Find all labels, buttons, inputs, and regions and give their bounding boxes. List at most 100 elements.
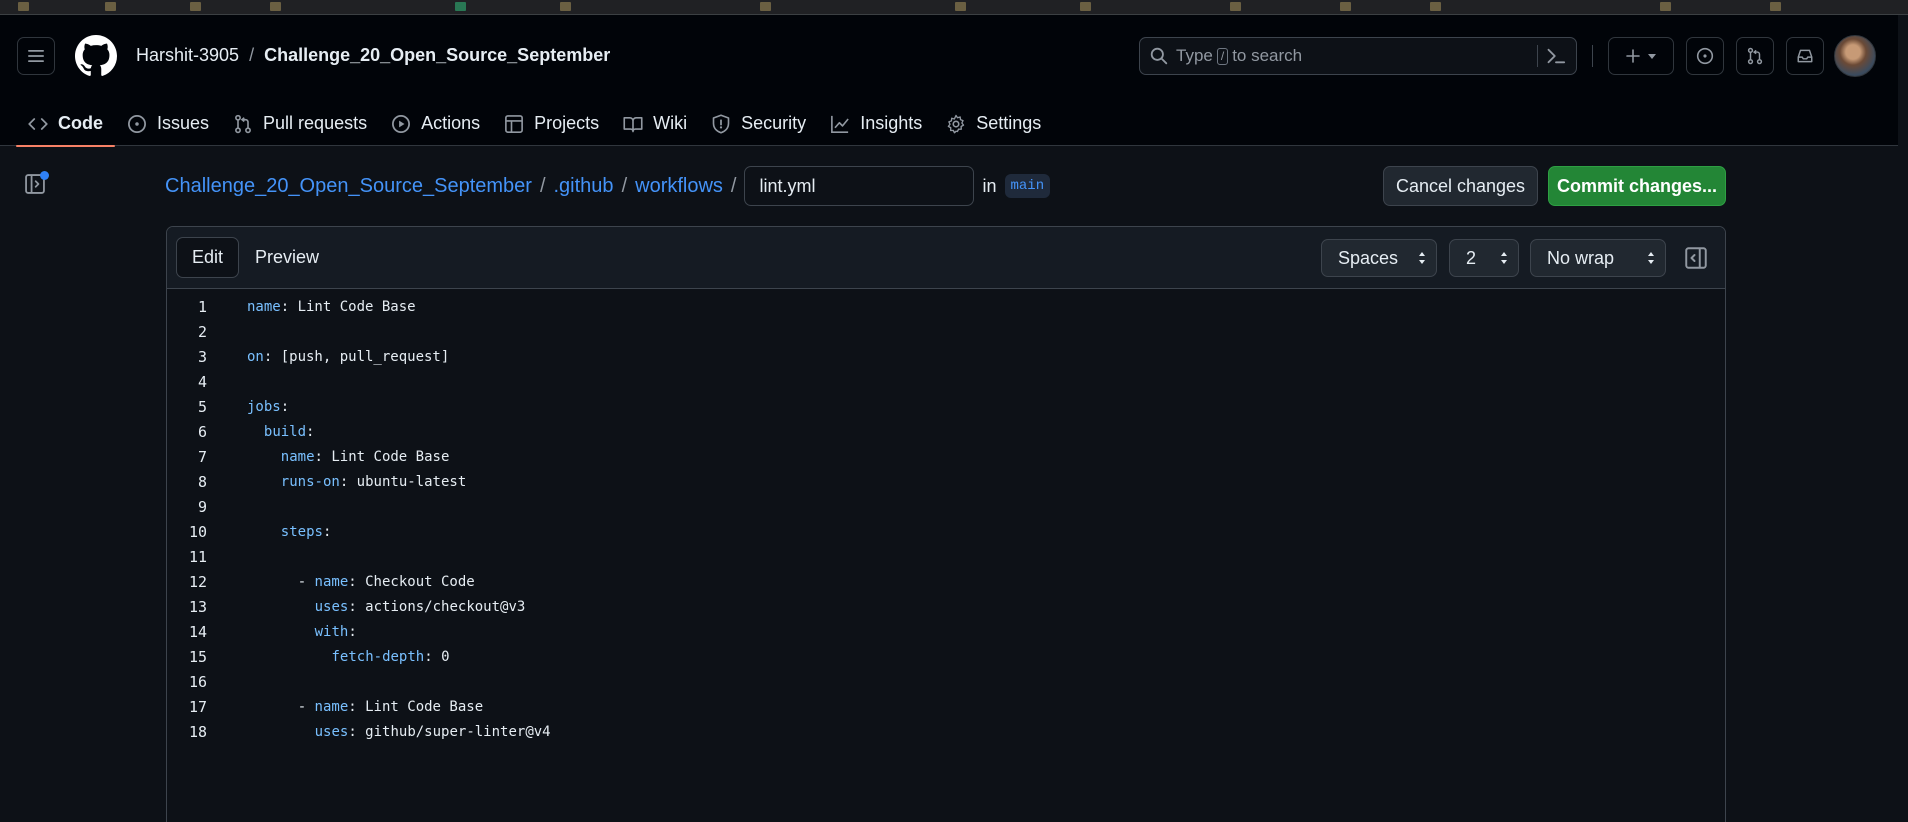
header-divider <box>1592 45 1593 67</box>
yaml-value: : <box>306 424 315 440</box>
bookmark-icon[interactable] <box>270 2 281 11</box>
indent-mode-value: Spaces <box>1338 247 1399 268</box>
yaml-value: : 0 <box>424 649 450 665</box>
your-issues-button[interactable] <box>1686 37 1724 75</box>
bookmark-icon[interactable] <box>105 2 116 11</box>
wrap-mode-value: No wrap <box>1547 247 1615 268</box>
line-number: 17 <box>188 698 207 716</box>
line-number: 8 <box>197 473 207 491</box>
breadcrumb-separator: / <box>539 174 546 197</box>
yaml-value: : Lint Code Base <box>280 299 416 315</box>
yaml-list-dash: - <box>297 574 315 590</box>
command-palette-icon[interactable] <box>1546 46 1566 66</box>
tab-wiki[interactable]: Wiki <box>611 101 699 146</box>
graph-icon <box>831 115 849 133</box>
breadcrumb-github-dir-link[interactable]: .github <box>554 175 614 198</box>
create-new-button[interactable] <box>1608 37 1674 75</box>
select-arrows-icon <box>1501 252 1507 264</box>
github-logo-icon[interactable] <box>75 35 117 77</box>
bookmark-icon[interactable] <box>1430 2 1441 11</box>
tab-label: Wiki <box>653 113 688 133</box>
indent-mode-select[interactable]: Spaces <box>1321 239 1437 277</box>
tab-pull-requests[interactable]: Pull requests <box>221 101 379 146</box>
indent-size-select[interactable]: 2 <box>1449 239 1519 277</box>
wrap-mode-select[interactable]: No wrap <box>1530 239 1666 277</box>
owner-link[interactable]: Harshit-3905 <box>136 45 239 66</box>
line-number: 18 <box>188 723 207 741</box>
preview-tab[interactable]: Preview <box>239 237 335 278</box>
breadcrumb-separator: / <box>730 174 737 197</box>
bookmark-icon[interactable] <box>190 2 201 11</box>
tab-insights[interactable]: Insights <box>818 101 934 146</box>
bookmark-icon[interactable] <box>1340 2 1351 11</box>
yaml-key: name <box>314 699 349 715</box>
yaml-value: : Lint Code Base <box>348 699 484 715</box>
search-prefix-text: Type <box>1176 46 1213 65</box>
bookmark-icon[interactable] <box>455 2 466 11</box>
bookmark-icon[interactable] <box>1660 2 1671 11</box>
page-scrollbar[interactable] <box>1898 15 1908 822</box>
line-number: 2 <box>197 323 207 341</box>
edit-tab[interactable]: Edit <box>176 237 240 278</box>
play-icon <box>392 114 411 133</box>
yaml-key: uses <box>314 599 349 615</box>
repo-navigation: Code Issues Pull requests Actions Projec… <box>16 101 1053 147</box>
bookmark-icon[interactable] <box>18 2 29 11</box>
repo-name-link[interactable]: Challenge_20_Open_Source_September <box>264 45 610 66</box>
code-content: - name: Lint Code Base <box>298 695 483 720</box>
bookmark-icon[interactable] <box>955 2 966 11</box>
yaml-key: fetch-depth <box>331 649 425 665</box>
branch-in-label: in <box>982 175 997 196</box>
plus-icon <box>1626 49 1640 63</box>
branch-badge: main <box>1004 174 1051 198</box>
breadcrumb-repo-link[interactable]: Challenge_20_Open_Source_September <box>165 175 532 198</box>
tab-projects[interactable]: Projects <box>492 101 611 146</box>
yaml-key: name <box>314 574 349 590</box>
tab-label: Code <box>58 113 103 133</box>
yaml-value: : Checkout Code <box>348 574 475 590</box>
triangle-down-icon <box>1648 54 1656 59</box>
tab-label: Insights <box>860 113 923 133</box>
yaml-key: with <box>314 624 349 640</box>
bookmark-icon[interactable] <box>1770 2 1781 11</box>
hamburger-menu-button[interactable] <box>17 37 55 75</box>
line-number: 10 <box>188 523 207 541</box>
table-icon <box>505 114 524 133</box>
commit-changes-button[interactable]: Commit changes... <box>1548 166 1726 206</box>
code-icon <box>28 117 48 130</box>
gear-icon <box>947 114 965 133</box>
yaml-value: : <box>280 399 290 415</box>
tab-security[interactable]: Security <box>699 101 818 146</box>
code-content: uses: github/super-linter@v4 <box>315 720 551 745</box>
line-number: 1 <box>197 298 207 316</box>
code-text-area[interactable]: 1 name: Lint Code Base 2 3 on: [push, pull_r… <box>167 289 1725 822</box>
file-tree-toggle[interactable] <box>24 171 49 197</box>
sidebar-collapse-icon[interactable] <box>1684 246 1708 270</box>
bookmark-icon[interactable] <box>760 2 771 11</box>
search-input[interactable]: Type / to search <box>1139 37 1577 75</box>
line-number: 4 <box>197 373 207 391</box>
code-content: - name: Checkout Code <box>298 570 475 595</box>
yaml-key: name <box>247 299 281 315</box>
notifications-button[interactable] <box>1786 37 1824 75</box>
tab-label: Settings <box>976 113 1042 133</box>
line-number: 5 <box>197 398 207 416</box>
code-content: on: [push, pull_request] <box>247 345 449 370</box>
user-avatar[interactable] <box>1834 35 1876 77</box>
bookmark-icon[interactable] <box>560 2 571 11</box>
tab-settings[interactable]: Settings <box>934 101 1053 146</box>
cancel-changes-button[interactable]: Cancel changes <box>1383 166 1538 206</box>
bookmark-icon[interactable] <box>1080 2 1091 11</box>
tab-issues[interactable]: Issues <box>115 101 221 146</box>
yaml-key: runs-on <box>280 474 340 490</box>
breadcrumb-workflows-dir-link[interactable]: workflows <box>635 175 723 198</box>
tab-actions[interactable]: Actions <box>379 101 492 146</box>
bookmark-icon[interactable] <box>1230 2 1241 11</box>
line-number: 14 <box>188 623 207 641</box>
tab-code[interactable]: Code <box>16 101 115 147</box>
tab-label: Issues <box>157 113 210 133</box>
search-shortcut-key: / <box>1216 47 1229 65</box>
your-pull-requests-button[interactable] <box>1736 37 1774 75</box>
code-content: build: <box>264 420 315 445</box>
filename-input[interactable] <box>744 166 975 206</box>
